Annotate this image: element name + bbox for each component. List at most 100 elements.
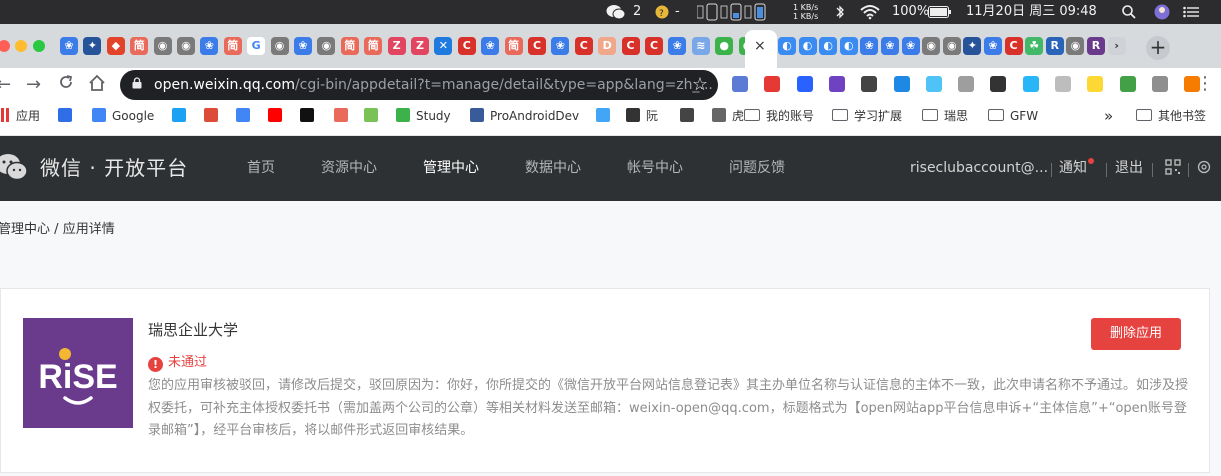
weather-icon[interactable]: ?	[655, 0, 669, 24]
tab-favicon-blue-icon[interactable]: ◐	[839, 37, 858, 55]
notice-link[interactable]: 通知	[1059, 136, 1094, 201]
bookmarks-overflow-icon[interactable]: »	[1104, 102, 1113, 130]
tab-favicon-layers-icon[interactable]: ≋	[691, 37, 710, 55]
tab-favicon-r-logo-icon[interactable]: R	[1045, 37, 1064, 55]
bookmark-item[interactable]: 应用	[0, 102, 40, 130]
nav-home[interactable]: 首页	[247, 136, 275, 201]
nav-feedback[interactable]: 问题反馈	[729, 136, 785, 201]
notification-center-icon[interactable]	[1183, 0, 1199, 24]
tab-favicon-c-red-icon[interactable]: C	[574, 37, 593, 55]
tab-favicon-jian-icon[interactable]: 简	[130, 37, 149, 55]
active-tab[interactable]: ×	[745, 30, 777, 68]
breadcrumb-parent[interactable]: 管理中心	[0, 222, 50, 237]
tab-favicon-baidu-icon[interactable]: ❀	[984, 37, 1002, 55]
menubar-clock[interactable]: 11月20日 周三 09:48	[966, 0, 1097, 24]
bookmark-item[interactable]: ProAndroidDev	[470, 102, 579, 130]
site-logo-text[interactable]: 微信 · 开放平台	[40, 136, 188, 201]
bluetooth-icon[interactable]	[835, 0, 845, 24]
extension-4-icon[interactable]	[828, 76, 845, 92]
extension-5-icon[interactable]	[861, 76, 878, 92]
tab-favicon-x-blue-icon[interactable]: ✕	[434, 37, 453, 55]
bookmark-item[interactable]	[300, 102, 320, 130]
tab-favicon-gray-icon[interactable]: ◉	[942, 37, 961, 55]
tab-favicon-baidu-icon[interactable]: ❀	[668, 37, 687, 55]
tab-favicon-baidu-icon[interactable]: ❀	[294, 37, 312, 55]
battery-icon[interactable]	[928, 0, 952, 24]
bookmark-item[interactable]: Google	[92, 102, 154, 130]
bookmark-star-icon[interactable]: ☆	[692, 74, 708, 95]
tab-favicon-gray-icon[interactable]: ◉	[922, 37, 941, 55]
bookmark-item[interactable]	[268, 102, 288, 130]
extension-8-icon[interactable]	[958, 76, 975, 92]
forward-arrow-icon[interactable]: →	[26, 74, 41, 96]
qrcode-icon[interactable]	[1165, 136, 1181, 201]
tab-favicon-chrome-gray-icon[interactable]: ◉	[270, 37, 289, 55]
tab-favicon-blue-icon[interactable]: ◐	[778, 37, 796, 55]
globe-language-icon[interactable]	[1197, 136, 1211, 201]
account-email[interactable]: riseclubaccount@...	[910, 136, 1048, 201]
tab-favicon-jian-icon[interactable]: 简	[504, 37, 523, 55]
tab-favicon-fox-icon[interactable]: ✦	[963, 37, 982, 55]
bookmark-item[interactable]	[172, 102, 192, 130]
extension-2-icon[interactable]	[764, 76, 781, 92]
tab-favicon-c-red-icon[interactable]: C	[645, 37, 663, 55]
browser-menu-icon[interactable]: ⋮	[1196, 73, 1214, 94]
maximize-window-button[interactable]	[33, 40, 45, 52]
extension-12-icon[interactable]	[1087, 76, 1104, 92]
tab-favicon-chrome-gray-icon[interactable]: ◉	[177, 37, 195, 55]
tab-favicon-c-red-icon[interactable]: C	[528, 37, 546, 55]
extension-14-icon[interactable]	[1151, 76, 1168, 92]
tab-favicon-green-icon[interactable]: ●	[715, 37, 734, 55]
bookmark-item[interactable]	[334, 102, 354, 130]
address-bar[interactable]: open.weixin.qq.com/cgi-bin/appdetail?t=m…	[120, 70, 718, 100]
tab-favicon-baidu-icon[interactable]: ❀	[860, 37, 879, 55]
nav-data[interactable]: 数据中心	[525, 136, 581, 201]
tab-favicon-chrome-gray-icon[interactable]: ◉	[317, 37, 336, 55]
extension-7-icon[interactable]	[925, 76, 942, 92]
tab-favicon-more-icon[interactable]: ›	[1107, 37, 1126, 55]
extension-1-icon[interactable]	[732, 76, 748, 92]
other-bookmarks[interactable]: 其他书签	[1136, 102, 1206, 130]
bookmark-item[interactable]: 虎	[712, 102, 744, 130]
extension-13-icon[interactable]	[1119, 76, 1136, 92]
bookmark-item[interactable]: 瑞思	[922, 102, 968, 130]
tab-favicon-baidu-icon[interactable]: ❀	[901, 37, 920, 55]
nav-resources[interactable]: 资源中心	[321, 136, 377, 201]
tab-favicon-baidu-icon[interactable]: ❀	[60, 37, 78, 55]
tab-favicon-jian-icon[interactable]: 简	[364, 37, 383, 55]
extension-6-icon[interactable]	[893, 76, 910, 92]
back-arrow-icon[interactable]: ←	[0, 74, 11, 96]
tab-favicon-rise-icon[interactable]: R	[1087, 37, 1105, 55]
nav-account[interactable]: 帐号中心	[627, 136, 683, 201]
extension-10-icon[interactable]	[1022, 76, 1039, 92]
tab-favicon-gitlab-icon[interactable]: ◆	[106, 37, 125, 55]
extension-9-icon[interactable]	[990, 76, 1007, 92]
close-tab-icon[interactable]: ×	[754, 38, 766, 54]
tab-favicon-blue-icon[interactable]: ◐	[819, 37, 838, 55]
bookmark-item[interactable]: Study	[396, 102, 451, 130]
extension-3-icon[interactable]	[796, 76, 813, 92]
logout-link[interactable]: 退出	[1115, 136, 1143, 201]
tab-favicon-baidu-icon[interactable]: ❀	[881, 37, 899, 55]
nav-management[interactable]: 管理中心	[423, 136, 479, 201]
wifi-icon[interactable]	[860, 0, 880, 24]
tab-favicon-google-icon[interactable]: G	[247, 37, 266, 55]
tab-favicon-baidu-icon[interactable]: ❀	[200, 37, 219, 55]
tab-favicon-baidu-icon[interactable]: ❀	[551, 37, 570, 55]
user-avatar-icon[interactable]	[1154, 0, 1170, 24]
wechat-logo-icon[interactable]	[0, 153, 28, 183]
tab-favicon-green-leaf-icon[interactable]: ☘	[1025, 37, 1044, 55]
tab-favicon-c-red-icon[interactable]: C	[457, 37, 476, 55]
tab-favicon-c-red-icon[interactable]: C	[1004, 37, 1023, 55]
tab-favicon-c-red-icon[interactable]: C	[621, 37, 640, 55]
bookmark-item[interactable]	[204, 102, 224, 130]
bookmark-item[interactable]: 我的账号	[744, 102, 814, 130]
tab-favicon-zhihu-icon[interactable]: Z	[387, 37, 406, 55]
bookmark-item[interactable]	[596, 102, 616, 130]
close-window-button[interactable]	[0, 40, 10, 52]
spotlight-search-icon[interactable]	[1122, 0, 1136, 24]
bookmark-item[interactable]: 学习扩展	[832, 102, 902, 130]
minimize-window-button[interactable]	[15, 40, 27, 52]
tab-favicon-jian-icon[interactable]: 简	[340, 37, 359, 55]
reload-icon[interactable]	[58, 74, 74, 96]
